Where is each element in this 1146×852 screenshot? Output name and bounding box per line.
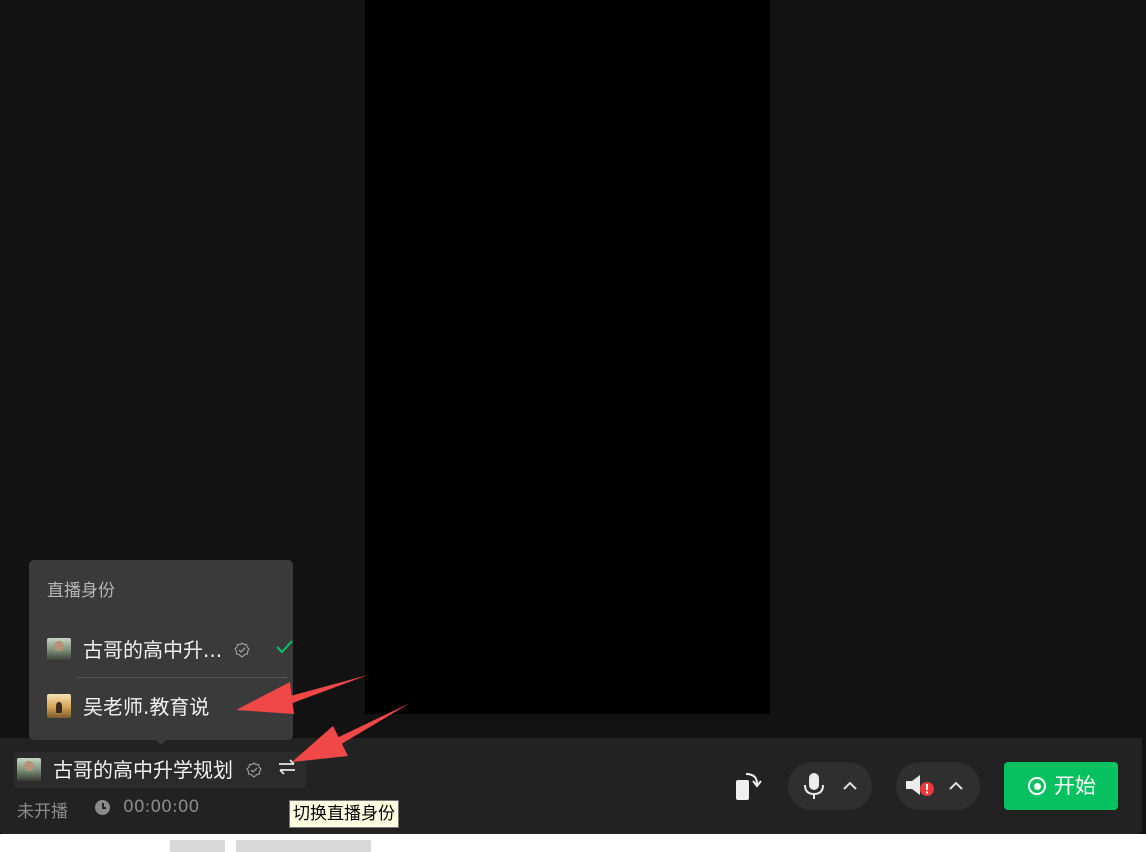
microphone-icon[interactable]: [803, 772, 825, 804]
microphone-options-chevron-up-icon[interactable]: [842, 775, 858, 799]
popover-divider: [77, 677, 287, 678]
swap-arrows-icon: [279, 759, 295, 775]
switch-identity-button[interactable]: [270, 756, 304, 784]
selected-check-icon: [274, 637, 294, 662]
verified-badge-icon: [246, 762, 262, 781]
record-icon: [1028, 777, 1046, 795]
verified-badge-icon: [234, 642, 250, 661]
identity-option-label: 古哥的高中升...: [83, 638, 223, 662]
start-live-label: 开始: [1054, 774, 1096, 798]
switch-identity-tooltip: 切换直播身份: [289, 800, 399, 828]
live-preview-area: [365, 0, 770, 714]
microphone-control[interactable]: [788, 762, 872, 810]
speaker-muted-icon[interactable]: [904, 773, 936, 803]
avatar: [47, 694, 71, 718]
popover-title: 直播身份: [47, 581, 115, 601]
start-live-button[interactable]: 开始: [1004, 762, 1118, 810]
underlying-window-strip: [0, 834, 1146, 852]
popover-caret: [154, 738, 168, 745]
speaker-options-chevron-up-icon[interactable]: [948, 775, 964, 799]
clock-icon: [95, 800, 110, 815]
identity-option-label: 吴老师.教育说: [83, 695, 210, 719]
avatar: [47, 638, 71, 662]
current-identity-name: 古哥的高中升学规划: [53, 758, 233, 782]
live-status: 未开播: [17, 802, 68, 822]
rotate-screen-button[interactable]: [730, 768, 766, 804]
live-timer: 00:00:00: [123, 797, 200, 817]
rotate-icon: [736, 773, 762, 800]
avatar: [17, 758, 41, 782]
